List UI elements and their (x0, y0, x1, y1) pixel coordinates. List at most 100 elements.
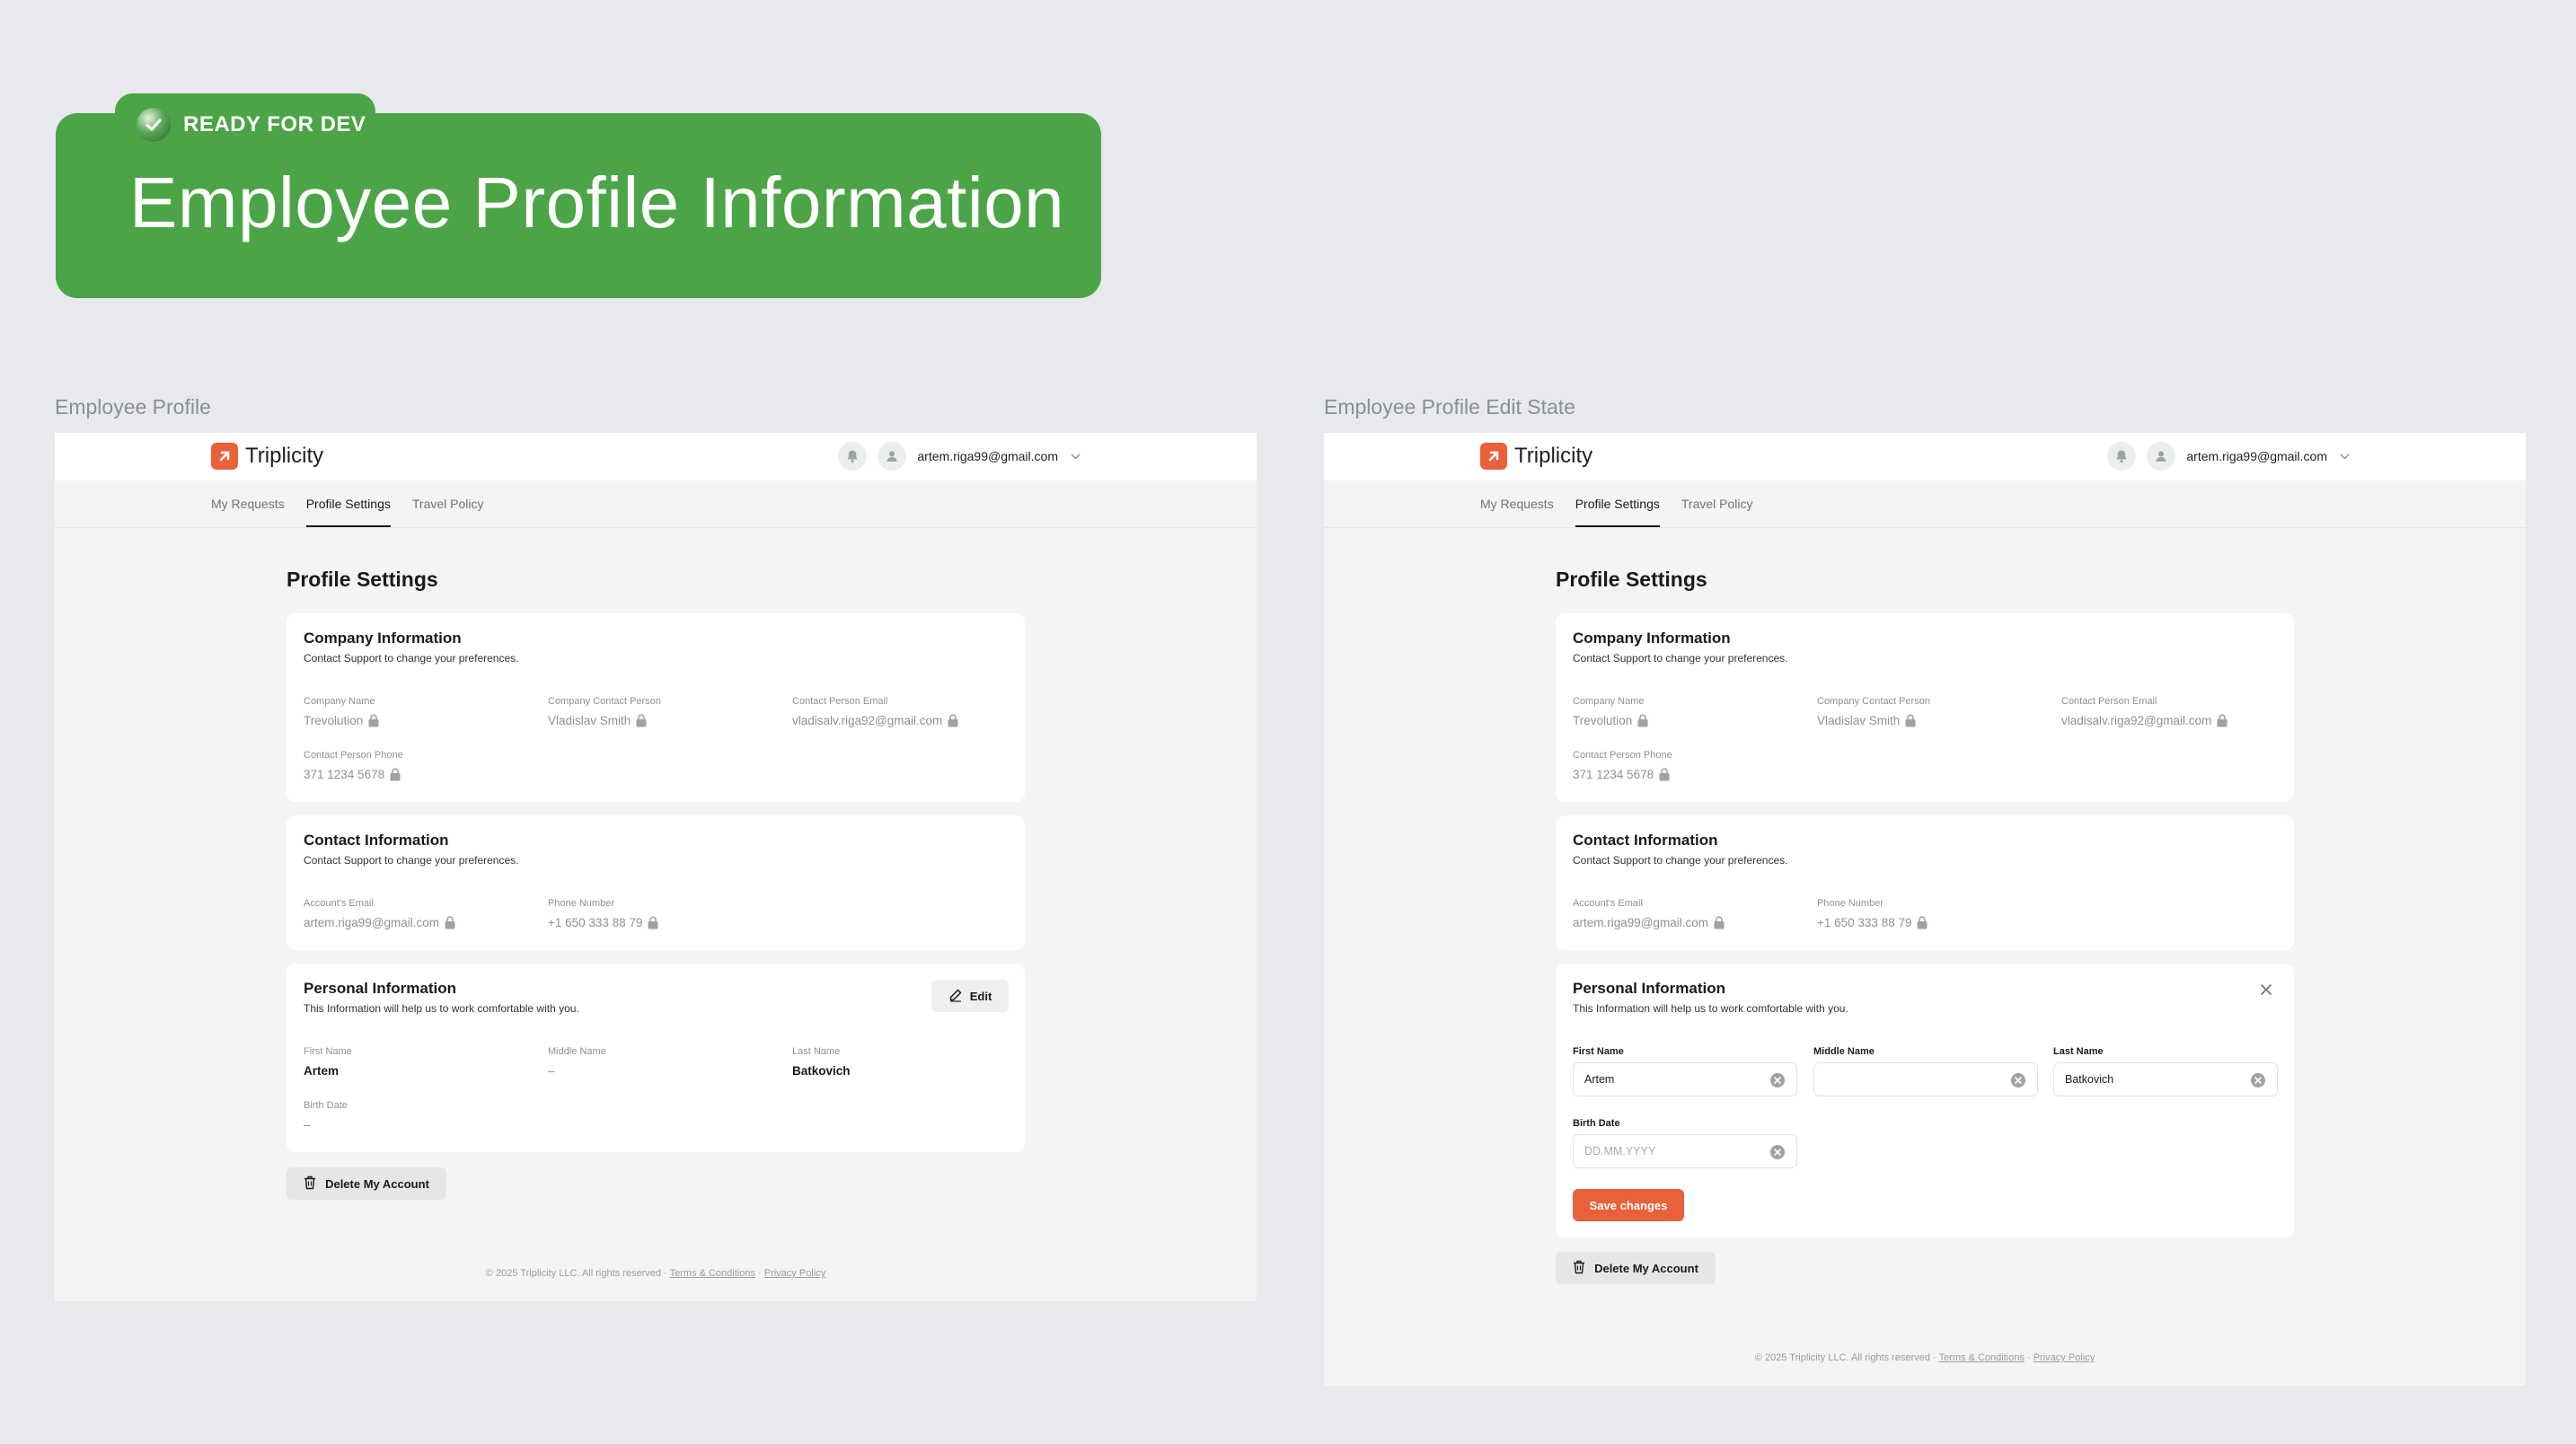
privacy-link[interactable]: Privacy Policy (2033, 1352, 2095, 1363)
tab-my-requests[interactable]: My Requests (1480, 480, 1554, 527)
status-text: READY FOR DEV (183, 112, 366, 136)
status-badge: READY FOR DEV (137, 108, 366, 142)
footer-separator: · (758, 1268, 762, 1279)
user-email[interactable]: artem.riga99@gmail.com (2186, 449, 2327, 463)
company-contact-person-field: Company Contact Person Vladislav Smith (1817, 696, 1930, 727)
first-name-field: First Name Artem (304, 1046, 352, 1078)
field-value: Vladislav Smith (548, 714, 631, 727)
field-label: Company Name (1573, 696, 1645, 707)
tab-travel-policy[interactable]: Travel Policy (1681, 480, 1753, 527)
trash-icon (304, 1175, 316, 1193)
card-subtitle: This Information will help us to work co… (1573, 1002, 1848, 1015)
logo[interactable]: Triplicity (1480, 443, 1592, 470)
employee-profile-frame: Triplicity artem.riga99@gmail.com My Req… (55, 433, 1257, 1301)
footer: © 2025 Triplicity LLC. All rights reserv… (55, 1268, 1257, 1279)
account-email-field: Account's Email artem.riga99@gmail.com (1573, 898, 1725, 929)
field-label: Account's Email (1573, 898, 1643, 909)
field-label: Phone Number (1817, 898, 1883, 909)
terms-link[interactable]: Terms & Conditions (670, 1268, 755, 1279)
delete-account-button[interactable]: Delete My Account (1556, 1252, 1716, 1284)
bell-icon[interactable] (838, 442, 868, 471)
tab-divider (1324, 527, 2526, 528)
contact-person-email-field: Contact Person Email vladisalv.riga92@gm… (792, 696, 958, 727)
field-value: artem.riga99@gmail.com (304, 916, 440, 929)
lock-icon (1917, 916, 1928, 929)
lock-icon (1714, 916, 1725, 929)
company-info-card: Company Information Contact Support to c… (287, 613, 1025, 802)
delete-label: Delete My Account (325, 1176, 429, 1191)
lock-icon (1659, 768, 1670, 781)
checkmark-icon (137, 108, 171, 142)
arrow-up-right-icon (1480, 443, 1507, 470)
first-name-input[interactable]: Artem (1573, 1062, 1797, 1096)
user-area: artem.riga99@gmail.com (2107, 442, 2350, 471)
field-value: vladisalv.riga92@gmail.com (2061, 714, 2212, 727)
card-subtitle: This Information will help us to work co… (304, 1002, 579, 1015)
app-header: Triplicity artem.riga99@gmail.com (1324, 433, 2526, 480)
field-label: Birth Date (304, 1100, 348, 1111)
footer-copyright: © 2025 Triplicity LLC. All rights reserv… (485, 1268, 667, 1279)
close-icon[interactable] (2256, 980, 2276, 999)
middle-name-field: Middle Name – (548, 1046, 606, 1078)
app-header: Triplicity artem.riga99@gmail.com (55, 433, 1257, 480)
contact-info-card: Contact Information Contact Support to c… (1556, 815, 2294, 950)
bell-icon[interactable] (2107, 442, 2137, 471)
field-value: artem.riga99@gmail.com (1573, 916, 1709, 929)
company-name-field: Company Name Trevolution (304, 696, 379, 727)
clear-icon[interactable] (1769, 1144, 1786, 1160)
frame-label-edit-state: Employee Profile Edit State (1324, 395, 1575, 418)
tab-profile-settings[interactable]: Profile Settings (305, 480, 392, 527)
logo-text: Triplicity (1514, 444, 1593, 468)
chevron-down-icon[interactable] (2340, 450, 2350, 462)
chevron-down-icon[interactable] (1071, 450, 1081, 462)
middle-name-label: Middle Name (1813, 1046, 1875, 1057)
contact-person-phone-field: Contact Person Phone 371 1234 5678 (304, 750, 403, 781)
last-name-label: Last Name (2053, 1046, 2104, 1057)
field-label: First Name (304, 1046, 352, 1057)
account-email-field: Account's Email artem.riga99@gmail.com (304, 898, 455, 929)
tab-travel-policy[interactable]: Travel Policy (412, 480, 484, 527)
privacy-link[interactable]: Privacy Policy (764, 1268, 825, 1279)
tab-divider (55, 527, 1257, 528)
contact-person-email-field: Contact Person Email vladisalv.riga92@gm… (2061, 696, 2228, 727)
clear-icon[interactable] (2250, 1072, 2266, 1088)
avatar[interactable] (2147, 442, 2176, 471)
edit-label: Edit (969, 989, 992, 1003)
last-name-input[interactable]: Batkovich (2053, 1062, 2278, 1096)
birth-date-field: Birth Date – (304, 1100, 348, 1131)
trash-icon (1573, 1260, 1585, 1277)
terms-link[interactable]: Terms & Conditions (1939, 1352, 2025, 1363)
edit-button[interactable]: Edit (931, 980, 1009, 1012)
contact-person-phone-field: Contact Person Phone 371 1234 5678 (1573, 750, 1672, 781)
birth-date-input[interactable]: DD.MM.YYYY (1573, 1134, 1797, 1168)
middle-name-input[interactable] (1813, 1062, 2038, 1096)
field-value: Trevolution (304, 714, 364, 727)
nav-tabs: My Requests Profile Settings Travel Poli… (211, 480, 484, 527)
lock-icon (948, 714, 958, 727)
save-changes-button[interactable]: Save changes (1573, 1189, 1684, 1221)
avatar[interactable] (878, 442, 907, 471)
card-subtitle: Contact Support to change your preferenc… (304, 652, 519, 665)
field-label: Company Name (304, 696, 375, 707)
field-label: Account's Email (304, 898, 374, 909)
user-area: artem.riga99@gmail.com (838, 442, 1081, 471)
logo-text: Triplicity (245, 444, 324, 468)
input-value: Artem (1584, 1073, 1615, 1086)
logo[interactable]: Triplicity (211, 443, 323, 470)
clear-icon[interactable] (1769, 1072, 1786, 1088)
field-label: Contact Person Email (792, 696, 888, 707)
lock-icon (445, 916, 455, 929)
field-value: vladisalv.riga92@gmail.com (792, 714, 943, 727)
card-title: Contact Information (1573, 832, 1718, 849)
pencil-icon (948, 988, 963, 1005)
tab-my-requests[interactable]: My Requests (211, 480, 285, 527)
delete-account-button[interactable]: Delete My Account (287, 1167, 446, 1200)
tab-profile-settings[interactable]: Profile Settings (1575, 480, 1661, 527)
input-value: Batkovich (2065, 1073, 2114, 1086)
first-name-label: First Name (1573, 1046, 1624, 1057)
nav-tabs: My Requests Profile Settings Travel Poli… (1480, 480, 1753, 527)
banner-title: Employee Profile Information (129, 163, 1065, 242)
user-email[interactable]: artem.riga99@gmail.com (917, 449, 1058, 463)
card-subtitle: Contact Support to change your preferenc… (304, 854, 519, 867)
clear-icon[interactable] (2010, 1072, 2026, 1088)
